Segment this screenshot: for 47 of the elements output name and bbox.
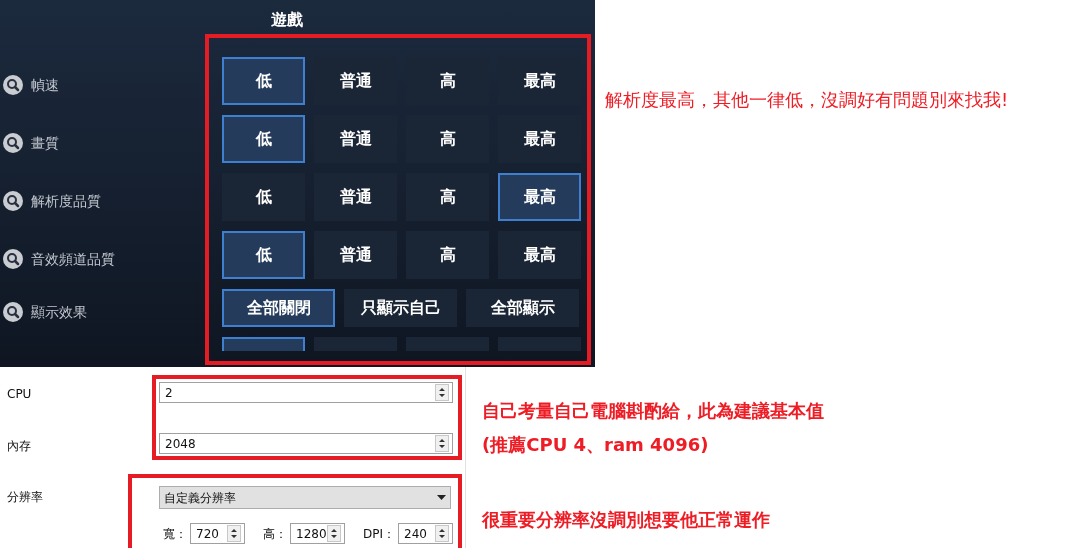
option-button[interactable]: 全部顯示	[466, 289, 579, 327]
number-field[interactable]: 2	[159, 382, 453, 403]
spinner-icon[interactable]	[435, 525, 449, 542]
option-button[interactable]: 低	[222, 115, 305, 163]
spinner-icon[interactable]	[327, 525, 341, 542]
field-label: 寬：	[163, 525, 187, 543]
annotation-text: 解析度最高，其他一律低，沒調好有問題別來找我!	[605, 89, 1009, 110]
setting-label: 畫質	[31, 133, 59, 153]
option-button[interactable]: 高	[406, 173, 489, 221]
setting-label: 解析度品質	[31, 191, 101, 211]
option-button[interactable]: 只顯示自己	[344, 289, 457, 327]
number-field[interactable]: 240	[398, 523, 453, 544]
search-icon	[3, 249, 23, 269]
number-field[interactable]: 2048	[159, 433, 453, 454]
search-icon	[3, 191, 23, 211]
panel-title: 遊戲	[271, 10, 303, 29]
search-icon	[3, 302, 23, 322]
resolution-dropdown[interactable]: 自定義分辨率	[159, 486, 451, 509]
option-button[interactable]: 高	[406, 231, 489, 279]
setting-label: 顯示效果	[31, 302, 87, 322]
option-button[interactable]: 普通	[314, 231, 397, 279]
field-label: 高：	[263, 525, 287, 543]
field-label: CPU	[7, 387, 32, 401]
field-label: DPI：	[363, 525, 395, 543]
annotation-text: 自己考量自己電腦斟酌給，此為建議基本值	[482, 399, 824, 423]
setting-label: 幀速	[31, 75, 59, 95]
option-button[interactable]	[222, 337, 305, 351]
search-icon	[3, 133, 23, 153]
annotation-text: 很重要分辨率沒調別想要他正常運作	[482, 508, 771, 532]
option-button[interactable]: 最高	[498, 173, 581, 221]
field-label: 內存	[7, 439, 31, 453]
spinner-icon[interactable]	[435, 435, 449, 452]
search-icon	[3, 75, 23, 95]
number-field[interactable]: 720	[190, 523, 245, 544]
option-button[interactable]: 普通	[314, 173, 397, 221]
option-button[interactable]: 低	[222, 57, 305, 105]
option-button[interactable]: 低	[222, 173, 305, 221]
dropdown-caret-icon	[437, 495, 446, 500]
spinner-icon[interactable]	[227, 525, 241, 542]
spinner-icon[interactable]	[435, 384, 449, 401]
option-button[interactable]: 最高	[498, 231, 581, 279]
option-button[interactable]: 全部關閉	[222, 289, 335, 327]
annotation-text: (推薦CPU 4、ram 4096)	[482, 433, 710, 457]
option-button[interactable]: 低	[222, 231, 305, 279]
number-field[interactable]: 1280	[290, 523, 345, 544]
setting-label: 音效頻道品質	[31, 249, 115, 269]
field-label: 分辨率	[7, 490, 43, 504]
